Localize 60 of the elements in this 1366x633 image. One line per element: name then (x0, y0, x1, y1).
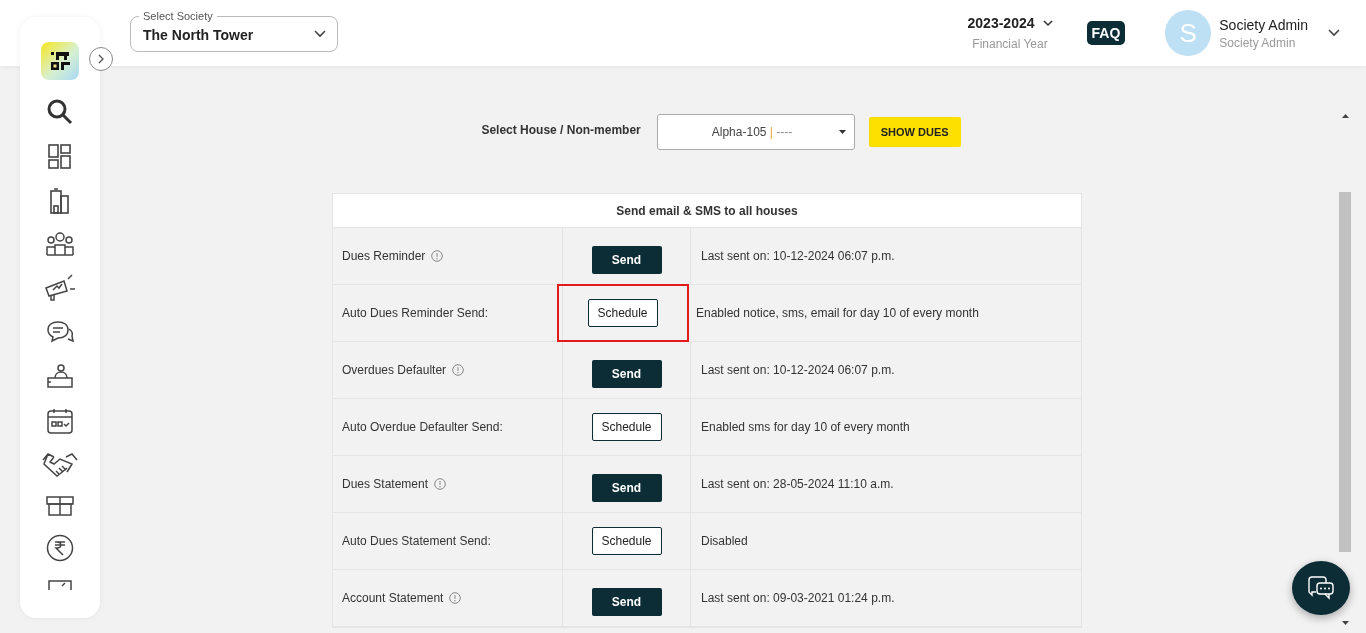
chat-bubbles-icon (1307, 575, 1335, 601)
financial-year-select[interactable]: 2023-2024 (967, 15, 1035, 31)
logo-icon[interactable] (41, 42, 79, 80)
info-icon[interactable] (431, 250, 444, 262)
scroll-down-icon[interactable] (1341, 621, 1349, 625)
status-text: Last sent on: 09-03-2021 01:24 p.m. (701, 591, 895, 605)
show-dues-button[interactable]: SHOW DUES (868, 117, 961, 147)
chevron-right-icon (97, 54, 105, 64)
dropdown-arrow-icon (838, 130, 846, 134)
status-text: Disabled (701, 534, 748, 548)
user-name: Society Admin (1219, 16, 1308, 33)
calendar-icon[interactable] (47, 408, 73, 434)
field-value: The North Tower (143, 26, 254, 43)
info-icon[interactable] (434, 478, 447, 490)
schedule-button[interactable]: Schedule (591, 413, 662, 441)
info-icon[interactable] (449, 592, 462, 604)
rupee-icon[interactable] (46, 534, 74, 562)
send-button[interactable]: Send (591, 360, 662, 388)
faq-button[interactable]: FAQ (1086, 21, 1126, 45)
scrollbar-thumb[interactable] (1339, 192, 1351, 552)
status-text: Last sent on: 28-05-2024 11:10 a.m. (701, 477, 894, 491)
schedule-button[interactable]: Schedule (591, 527, 662, 555)
row-label: Auto Overdue Defaulter Send: (342, 420, 503, 434)
people-icon[interactable] (46, 232, 74, 256)
row-label: Dues Statement (342, 477, 429, 491)
chevron-down-icon[interactable] (1328, 29, 1340, 37)
chevron-down-icon[interactable] (1042, 19, 1053, 27)
status-text: Enabled sms for day 10 of every month (701, 420, 910, 434)
field-label: Select Society (139, 9, 217, 22)
send-button[interactable]: Send (591, 246, 662, 274)
status-text: Last sent on: 10-12-2024 06:07 p.m. (701, 249, 895, 263)
send-button[interactable]: Send (591, 474, 662, 502)
row-label: Account Statement (342, 591, 444, 605)
info-icon[interactable] (452, 364, 465, 376)
expand-sidebar-button[interactable] (89, 47, 113, 71)
schedule-button[interactable]: Schedule (587, 299, 658, 327)
status-text: Last sent on: 10-12-2024 06:07 p.m. (701, 363, 895, 377)
search-icon[interactable] (46, 98, 74, 126)
chevron-down-icon (314, 29, 326, 38)
box-icon[interactable] (46, 496, 74, 516)
table-title: Send email & SMS to all houses (333, 194, 1081, 228)
megaphone-icon[interactable] (44, 274, 76, 302)
status-text: Enabled notice, sms, email for day 10 of every month (696, 306, 979, 320)
handshake-icon[interactable] (42, 452, 78, 478)
row-label: Overdues Defaulter (342, 363, 447, 377)
row-label: Dues Reminder (342, 249, 426, 263)
house-value: Alpha-105 | ---- (711, 125, 793, 139)
row-label: Auto Dues Reminder Send: (342, 306, 489, 320)
send-button[interactable]: Send (591, 588, 662, 616)
scroll-up-icon[interactable] (1341, 114, 1349, 118)
user-role: Society Admin (1219, 35, 1297, 50)
document-icon[interactable] (48, 580, 72, 590)
row-label: Auto Dues Statement Send: (342, 534, 491, 548)
building-icon[interactable] (50, 188, 70, 214)
chat-button[interactable] (1292, 561, 1350, 615)
reception-desk-icon[interactable] (46, 364, 74, 390)
filter-label: Select House / Non-member (481, 123, 641, 137)
financial-year-label: Financial Year (972, 37, 1048, 51)
house-select[interactable]: Alpha-105 | ---- (656, 114, 855, 150)
dashboard-icon[interactable] (48, 144, 72, 170)
